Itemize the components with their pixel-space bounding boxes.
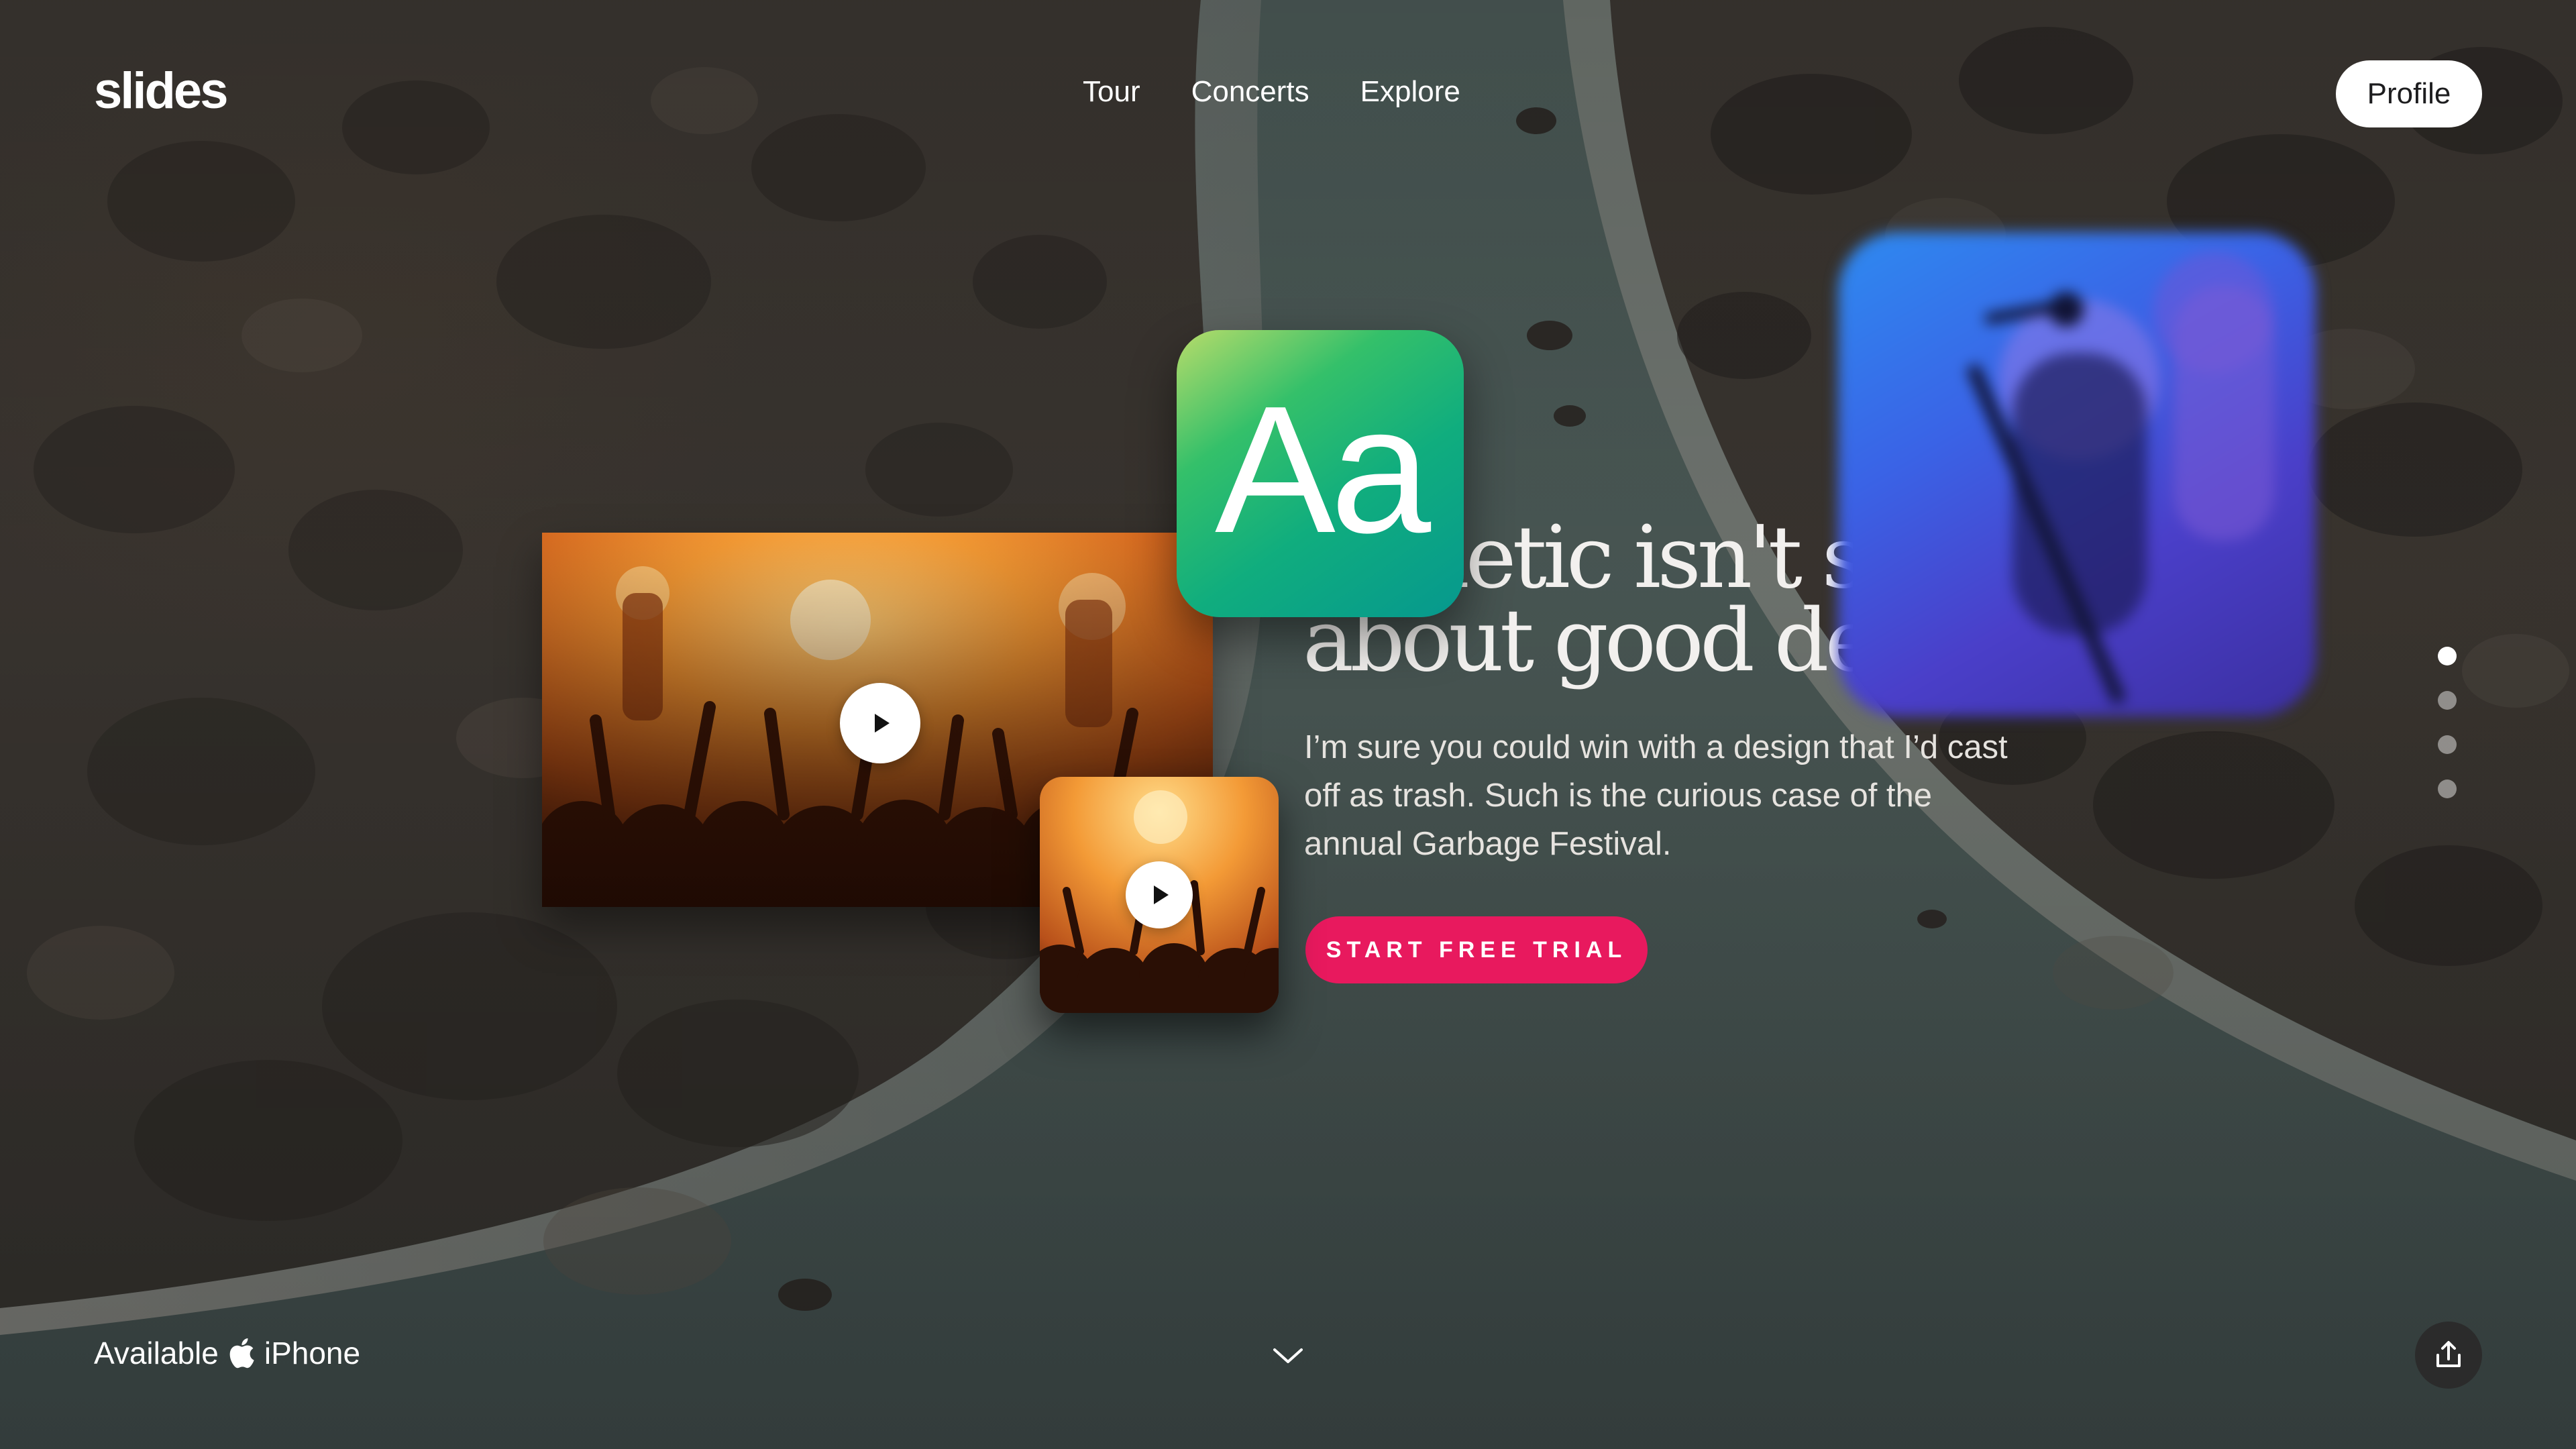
pagination-dot-4[interactable] bbox=[2438, 780, 2457, 798]
app-icon-typography: Aa bbox=[1177, 330, 1464, 617]
apple-icon bbox=[229, 1338, 254, 1368]
platform-label: iPhone bbox=[264, 1336, 361, 1371]
slide-pagination bbox=[2438, 647, 2457, 798]
scroll-down-button[interactable] bbox=[1272, 1339, 1304, 1371]
pagination-dot-3[interactable] bbox=[2438, 735, 2457, 754]
pagination-dot-1[interactable] bbox=[2438, 647, 2457, 665]
hero-body-text: I’m sure you could win with a design tha… bbox=[1304, 729, 2008, 862]
play-icon bbox=[1154, 885, 1169, 904]
brand-logo[interactable]: slides bbox=[94, 62, 228, 120]
play-button-small[interactable] bbox=[1126, 861, 1193, 928]
background-image bbox=[0, 0, 2576, 1449]
share-icon bbox=[2436, 1341, 2461, 1367]
chevron-down-icon bbox=[1273, 1348, 1303, 1363]
profile-button[interactable]: Profile bbox=[2336, 60, 2482, 127]
concert-video-small[interactable] bbox=[1040, 777, 1279, 1013]
available-on-iphone-link[interactable]: Available iPhone bbox=[94, 1335, 360, 1371]
nav-item-explore[interactable]: Explore bbox=[1360, 75, 1460, 109]
play-button-large[interactable] bbox=[840, 683, 920, 763]
blurred-concert-image bbox=[1966, 252, 2274, 705]
blurred-concert-card bbox=[1838, 232, 2316, 716]
app-icon-label: Aa bbox=[1214, 369, 1431, 571]
nav-item-concerts[interactable]: Concerts bbox=[1191, 75, 1309, 109]
main-nav: Tour Concerts Explore bbox=[1083, 75, 1460, 109]
start-free-trial-button[interactable]: START FREE TRIAL bbox=[1305, 916, 1648, 983]
available-label: Available bbox=[94, 1336, 219, 1371]
play-icon bbox=[875, 714, 890, 733]
share-button[interactable] bbox=[2415, 1322, 2482, 1389]
nav-item-tour[interactable]: Tour bbox=[1083, 75, 1140, 109]
pagination-dot-2[interactable] bbox=[2438, 691, 2457, 710]
